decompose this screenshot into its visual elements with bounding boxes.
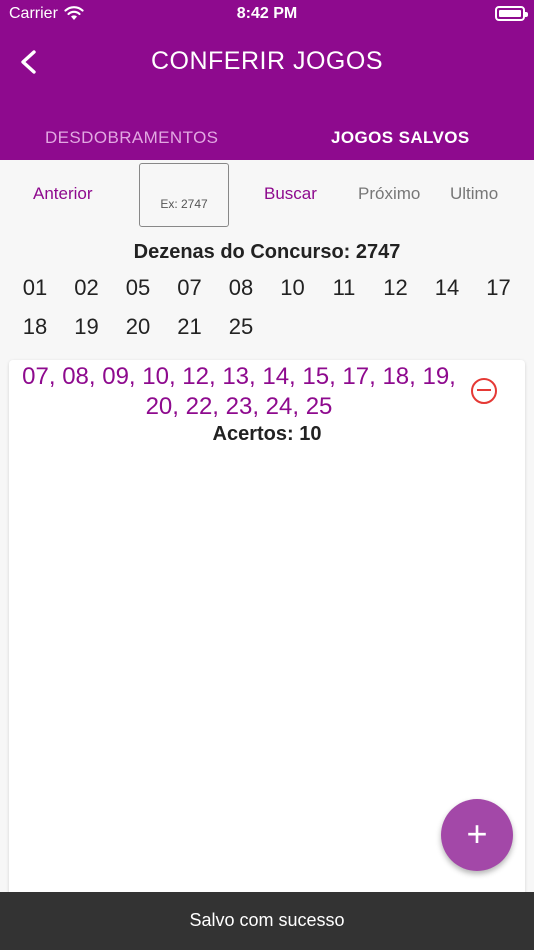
- contest-number: 14: [434, 275, 460, 300]
- contest-number: 25: [228, 314, 254, 339]
- contest-number: 10: [280, 275, 305, 300]
- clock: 8:42 PM: [236, 5, 298, 22]
- remove-circle-icon[interactable]: [471, 378, 497, 404]
- toast-message: Salvo com sucesso: [0, 892, 534, 950]
- contest-number: 18: [22, 314, 48, 339]
- hits-label: Acertos: 10: [212, 423, 322, 445]
- page-title: CONFERIR JOGOS: [150, 47, 383, 75]
- contest-number: 19: [74, 314, 99, 339]
- battery-icon: [495, 6, 528, 21]
- tab-jogos-salvos[interactable]: JOGOS SALVOS: [331, 128, 470, 148]
- contest-number: 05: [125, 275, 151, 300]
- contest-number: 17: [486, 275, 511, 300]
- contest-number: 20: [125, 314, 151, 339]
- contest-number-input[interactable]: [139, 163, 229, 227]
- previous-button[interactable]: Anterior: [33, 184, 93, 204]
- contest-number: 08: [228, 275, 254, 300]
- last-button[interactable]: Ultimo: [450, 184, 498, 204]
- contest-number: 21: [177, 314, 202, 339]
- contest-title: Dezenas do Concurso: 2747: [133, 241, 401, 263]
- search-button[interactable]: Buscar: [264, 184, 317, 204]
- next-button[interactable]: Próximo: [358, 184, 420, 204]
- status-bar: Carrier 8:42 PM: [0, 0, 534, 28]
- app-header: Carrier 8:42 PM CONFERIR JOGOS DESDOBRAM…: [0, 0, 534, 160]
- contest-number: 02: [74, 275, 99, 300]
- saved-game-numbers: 07, 08, 09, 10, 12, 13, 14, 15, 17, 18, …: [22, 363, 456, 420]
- tab-desdobramentos[interactable]: DESDOBRAMENTOS: [45, 128, 218, 148]
- contest-number: 12: [383, 275, 408, 300]
- contest-number: 07: [177, 275, 202, 300]
- contest-number: 11: [332, 275, 356, 300]
- contest-number: 01: [22, 275, 48, 300]
- add-game-button[interactable]: +: [441, 799, 513, 871]
